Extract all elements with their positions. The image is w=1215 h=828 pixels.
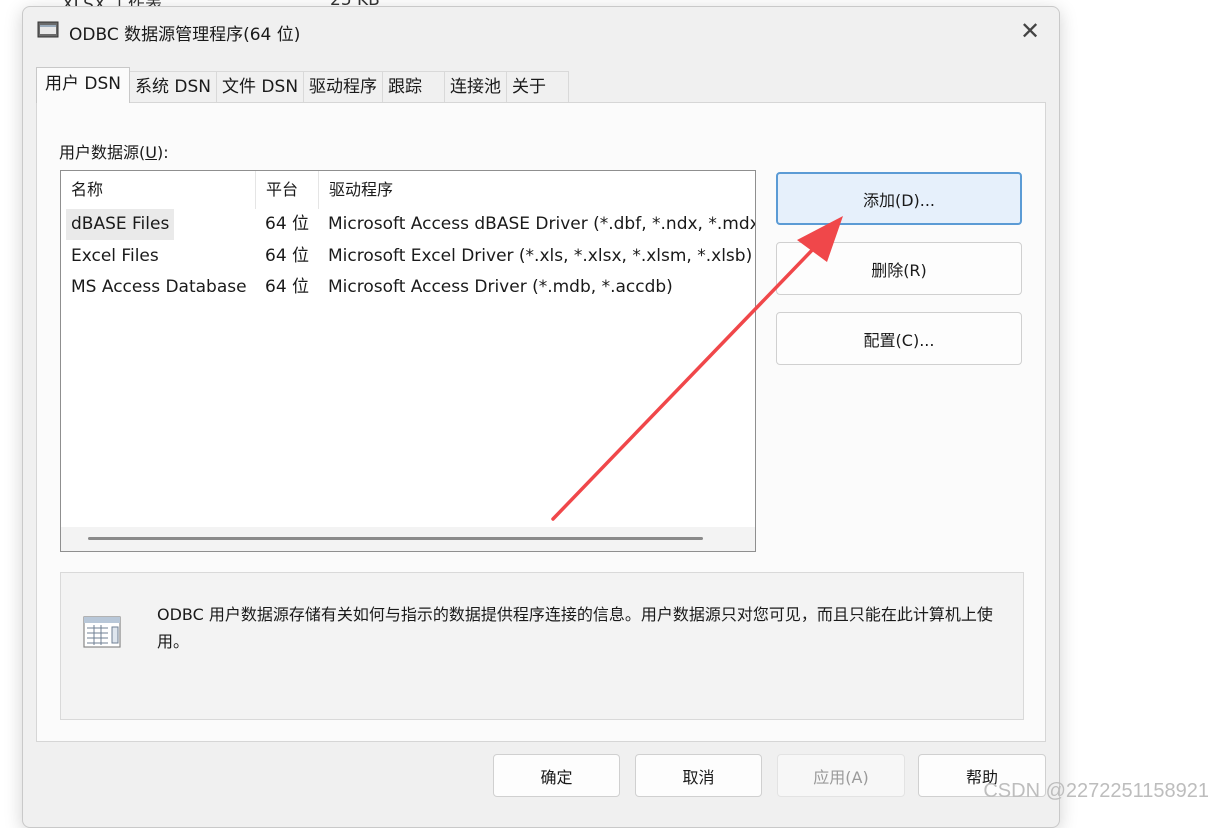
data-source-list[interactable]: 名称 平台 驱动程序 dBASE Files 64 位 Microsoft Ac… <box>60 170 756 552</box>
cancel-button[interactable]: 取消 <box>635 754 762 797</box>
watermark: CSDN @2272251158921 <box>983 780 1209 802</box>
info-box: ODBC 用户数据源存储有关如何与指示的数据提供程序连接的信息。用户数据源只对您… <box>60 572 1024 720</box>
data-source-icon <box>83 616 121 648</box>
column-header-driver[interactable]: 驱动程序 <box>319 171 755 209</box>
list-item[interactable]: MS Access Database 64 位 Microsoft Access… <box>61 272 755 303</box>
list-item[interactable]: Excel Files 64 位 Microsoft Excel Driver … <box>61 241 755 272</box>
item-driver: Microsoft Access dBASE Driver (*.dbf, *.… <box>328 214 756 234</box>
item-driver: Microsoft Access Driver (*.mdb, *.accdb) <box>328 277 673 297</box>
item-platform: 64 位 <box>265 246 310 266</box>
item-platform: 64 位 <box>265 277 310 297</box>
apply-button[interactable]: 应用(A) <box>777 754 905 797</box>
list-item[interactable]: dBASE Files 64 位 Microsoft Access dBASE … <box>61 209 756 240</box>
tab-system-dsn[interactable]: 系统 DSN <box>129 71 218 102</box>
remove-button[interactable]: 删除(R) <box>776 242 1022 295</box>
item-platform: 64 位 <box>265 214 310 234</box>
list-header: 名称 平台 驱动程序 <box>61 171 755 209</box>
user-data-sources-label: 用户数据源(U): <box>59 143 169 162</box>
horizontal-scrollbar[interactable] <box>61 527 755 551</box>
item-name: Excel Files <box>71 246 159 266</box>
scrollbar-thumb[interactable] <box>88 537 703 540</box>
item-name: dBASE Files <box>66 209 175 240</box>
odbc-app-icon <box>37 21 59 38</box>
odbc-dialog: ODBC 数据源管理程序(64 位) ✕ 用户 DSN 系统 DSN 文件 DS… <box>22 6 1060 828</box>
ok-button[interactable]: 确定 <box>493 754 620 797</box>
tab-about[interactable]: 关于 <box>506 71 570 102</box>
item-driver: Microsoft Excel Driver (*.xls, *.xlsx, *… <box>328 246 753 266</box>
close-icon[interactable]: ✕ <box>1001 7 1059 55</box>
tab-strip: 用户 DSN 系统 DSN 文件 DSN 驱动程序 跟踪 连接池 关于 <box>36 67 570 103</box>
tab-tracing[interactable]: 跟踪 <box>382 71 446 102</box>
window-title: ODBC 数据源管理程序(64 位) <box>69 25 301 45</box>
tab-file-dsn[interactable]: 文件 DSN <box>216 71 305 102</box>
item-name: MS Access Database <box>71 277 247 297</box>
configure-button[interactable]: 配置(C)... <box>776 312 1022 365</box>
title-bar: ODBC 数据源管理程序(64 位) ✕ <box>23 7 1059 55</box>
add-button[interactable]: 添加(D)... <box>776 172 1022 225</box>
tab-user-dsn[interactable]: 用户 DSN <box>36 67 131 103</box>
info-text: ODBC 用户数据源存储有关如何与指示的数据提供程序连接的信息。用户数据源只对您… <box>157 605 993 651</box>
tab-connection-pooling[interactable]: 连接池 <box>444 71 508 102</box>
column-header-name[interactable]: 名称 <box>61 171 256 209</box>
user-dsn-panel: 用户数据源(U): 名称 平台 驱动程序 dBASE Files 64 位 Mi… <box>36 102 1046 742</box>
tab-drivers[interactable]: 驱动程序 <box>303 71 384 102</box>
column-header-platform[interactable]: 平台 <box>256 171 319 209</box>
